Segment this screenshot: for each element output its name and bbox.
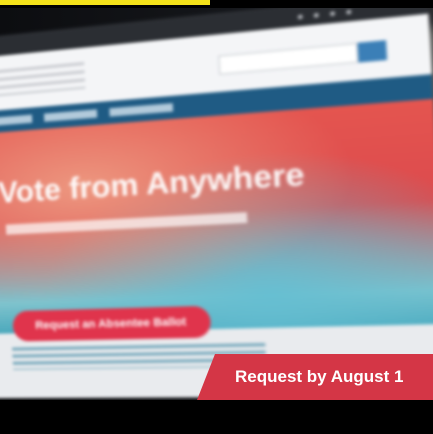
browser-dots-icon: ● ● ● ● — [297, 8, 356, 22]
search-input — [218, 43, 358, 75]
nav-item — [109, 103, 173, 116]
request-ballot-button: Request an Absentee Ballot — [12, 306, 211, 342]
hero-subtitle — [6, 212, 248, 235]
site-logo — [0, 62, 85, 97]
search-button — [357, 40, 387, 62]
caption-banner: Request by August 1 — [197, 354, 433, 400]
video-frame: ● ● ● ● Vote from Anywhere Request an Ab… — [0, 0, 433, 434]
nav-item — [0, 115, 32, 127]
laptop-photo: ● ● ● ● Vote from Anywhere Request an Ab… — [0, 8, 433, 400]
caption-text: Request by August 1 — [235, 367, 403, 387]
laptop-screen: ● ● ● ● Vote from Anywhere Request an Ab… — [0, 8, 433, 398]
hero-banner: Vote from Anywhere Request an Absentee B… — [0, 99, 433, 334]
hero-title: Vote from Anywhere — [0, 157, 305, 211]
bottom-letterbox-bar — [0, 400, 433, 434]
nav-item — [44, 109, 97, 121]
yellow-highlight-strip — [0, 0, 210, 5]
